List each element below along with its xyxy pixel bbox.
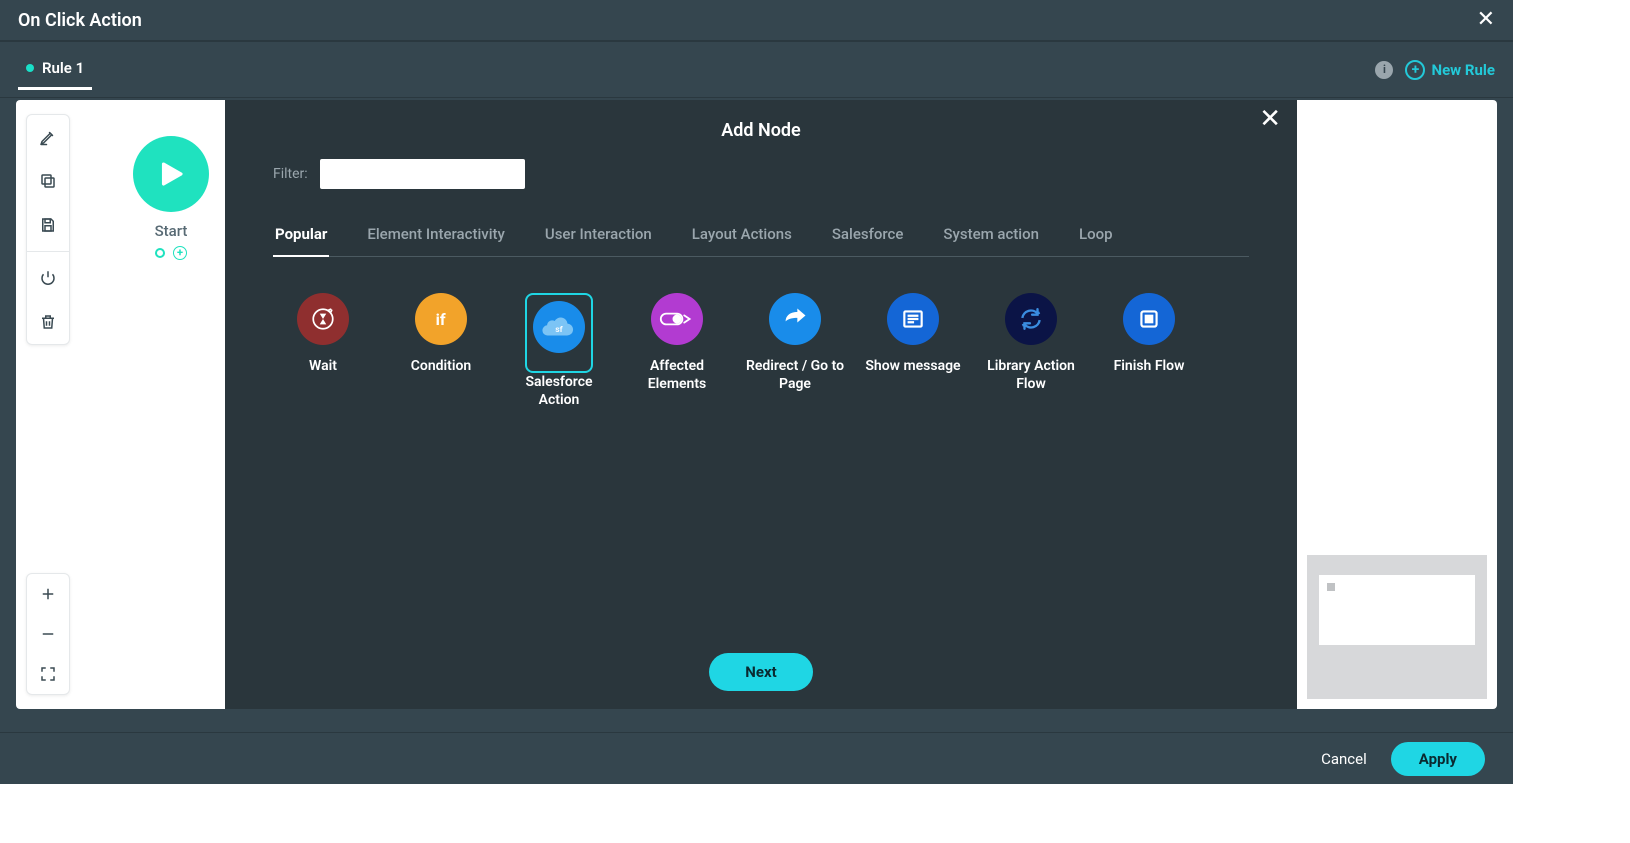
power-button[interactable]	[26, 256, 70, 300]
zoom-out-button[interactable]	[26, 614, 70, 654]
preview-cursor-icon	[1327, 583, 1335, 591]
delete-button[interactable]	[26, 300, 70, 344]
rule-tabstrip: Rule 1 i + New Rule	[0, 41, 1513, 98]
add-node-panel: ✕ Add Node Filter: Popular Element Inter…	[225, 100, 1297, 709]
node-affected-elements[interactable]: Affected Elements	[627, 293, 727, 409]
node-finish-flow[interactable]: Finish Flow	[1099, 293, 1199, 409]
next-button[interactable]: Next	[709, 653, 812, 691]
close-icon[interactable]: ✕	[1477, 9, 1495, 31]
tab-element-interactivity[interactable]: Element Interactivity	[365, 217, 507, 257]
status-ring-icon	[155, 248, 165, 258]
node-label: Finish Flow	[1099, 357, 1199, 375]
tab-user-interaction[interactable]: User Interaction	[543, 217, 654, 257]
panel-title: Add Node	[273, 120, 1249, 141]
node-salesforce-action[interactable]: sf Salesforce Action	[509, 293, 609, 409]
dialog-title: On Click Action	[18, 10, 142, 31]
status-dot-icon	[26, 64, 34, 72]
new-rule-label: New Rule	[1431, 61, 1495, 79]
canvas-area: Start + ✕ Add Node Filter: Popular	[16, 100, 1497, 709]
titlebar: On Click Action ✕	[0, 0, 1513, 41]
node-label: Show message	[863, 357, 963, 375]
play-icon	[133, 136, 209, 212]
cancel-button[interactable]: Cancel	[1321, 750, 1367, 768]
sync-icon	[1005, 293, 1057, 345]
node-library-action-flow[interactable]: Library Action Flow	[981, 293, 1081, 409]
node-label: Salesforce Action	[509, 373, 609, 409]
panel-close-icon[interactable]: ✕	[1259, 106, 1281, 132]
zoom-toolbar	[26, 573, 70, 695]
node-condition[interactable]: if Condition	[391, 293, 491, 409]
filter-input[interactable]	[320, 159, 525, 189]
share-arrow-icon	[769, 293, 821, 345]
zoom-in-button[interactable]	[26, 574, 70, 614]
node-wait[interactable]: Wait	[273, 293, 373, 409]
svg-text:sf: sf	[555, 325, 563, 335]
node-label: Affected Elements	[627, 357, 727, 393]
node-grid: Wait if Condition sf Salesforce Action	[273, 293, 1249, 409]
dialog-footer: Cancel Apply	[0, 732, 1513, 784]
copy-button[interactable]	[26, 159, 70, 203]
start-node[interactable]: Start +	[133, 136, 209, 260]
tab-layout-actions[interactable]: Layout Actions	[690, 217, 794, 257]
message-icon	[887, 293, 939, 345]
rule-tab-label: Rule 1	[42, 59, 84, 77]
node-label: Library Action Flow	[981, 357, 1081, 393]
tab-popular[interactable]: Popular	[273, 217, 329, 257]
tab-system-action[interactable]: System action	[941, 217, 1041, 257]
hourglass-icon	[297, 293, 349, 345]
tab-salesforce[interactable]: Salesforce	[830, 217, 906, 257]
category-tabs: Popular Element Interactivity User Inter…	[273, 217, 1249, 257]
node-redirect[interactable]: Redirect / Go to Page	[745, 293, 845, 409]
node-label: Wait	[273, 357, 373, 375]
new-rule-button[interactable]: + New Rule	[1405, 60, 1495, 80]
stop-icon	[1123, 293, 1175, 345]
fullscreen-button[interactable]	[26, 654, 70, 694]
preview-inner	[1319, 575, 1475, 645]
diamond-icon: if	[404, 282, 478, 356]
filter-label: Filter:	[273, 166, 308, 182]
toggle-icon	[651, 293, 703, 345]
node-label: Condition	[391, 357, 491, 375]
apply-button[interactable]: Apply	[1391, 742, 1485, 776]
plus-circle-icon: +	[1405, 60, 1425, 80]
node-label: Redirect / Go to Page	[745, 357, 845, 393]
rule-tab-1[interactable]: Rule 1	[18, 49, 92, 90]
left-toolbar	[26, 114, 70, 345]
node-show-message[interactable]: Show message	[863, 293, 963, 409]
info-icon[interactable]: i	[1375, 61, 1393, 79]
start-node-label: Start	[133, 222, 209, 240]
tab-loop[interactable]: Loop	[1077, 217, 1115, 257]
add-child-icon[interactable]: +	[173, 246, 187, 260]
cloud-icon: sf	[533, 301, 585, 353]
save-button[interactable]	[26, 203, 70, 247]
preview-thumbnail	[1307, 555, 1487, 699]
edit-button[interactable]	[26, 115, 70, 159]
